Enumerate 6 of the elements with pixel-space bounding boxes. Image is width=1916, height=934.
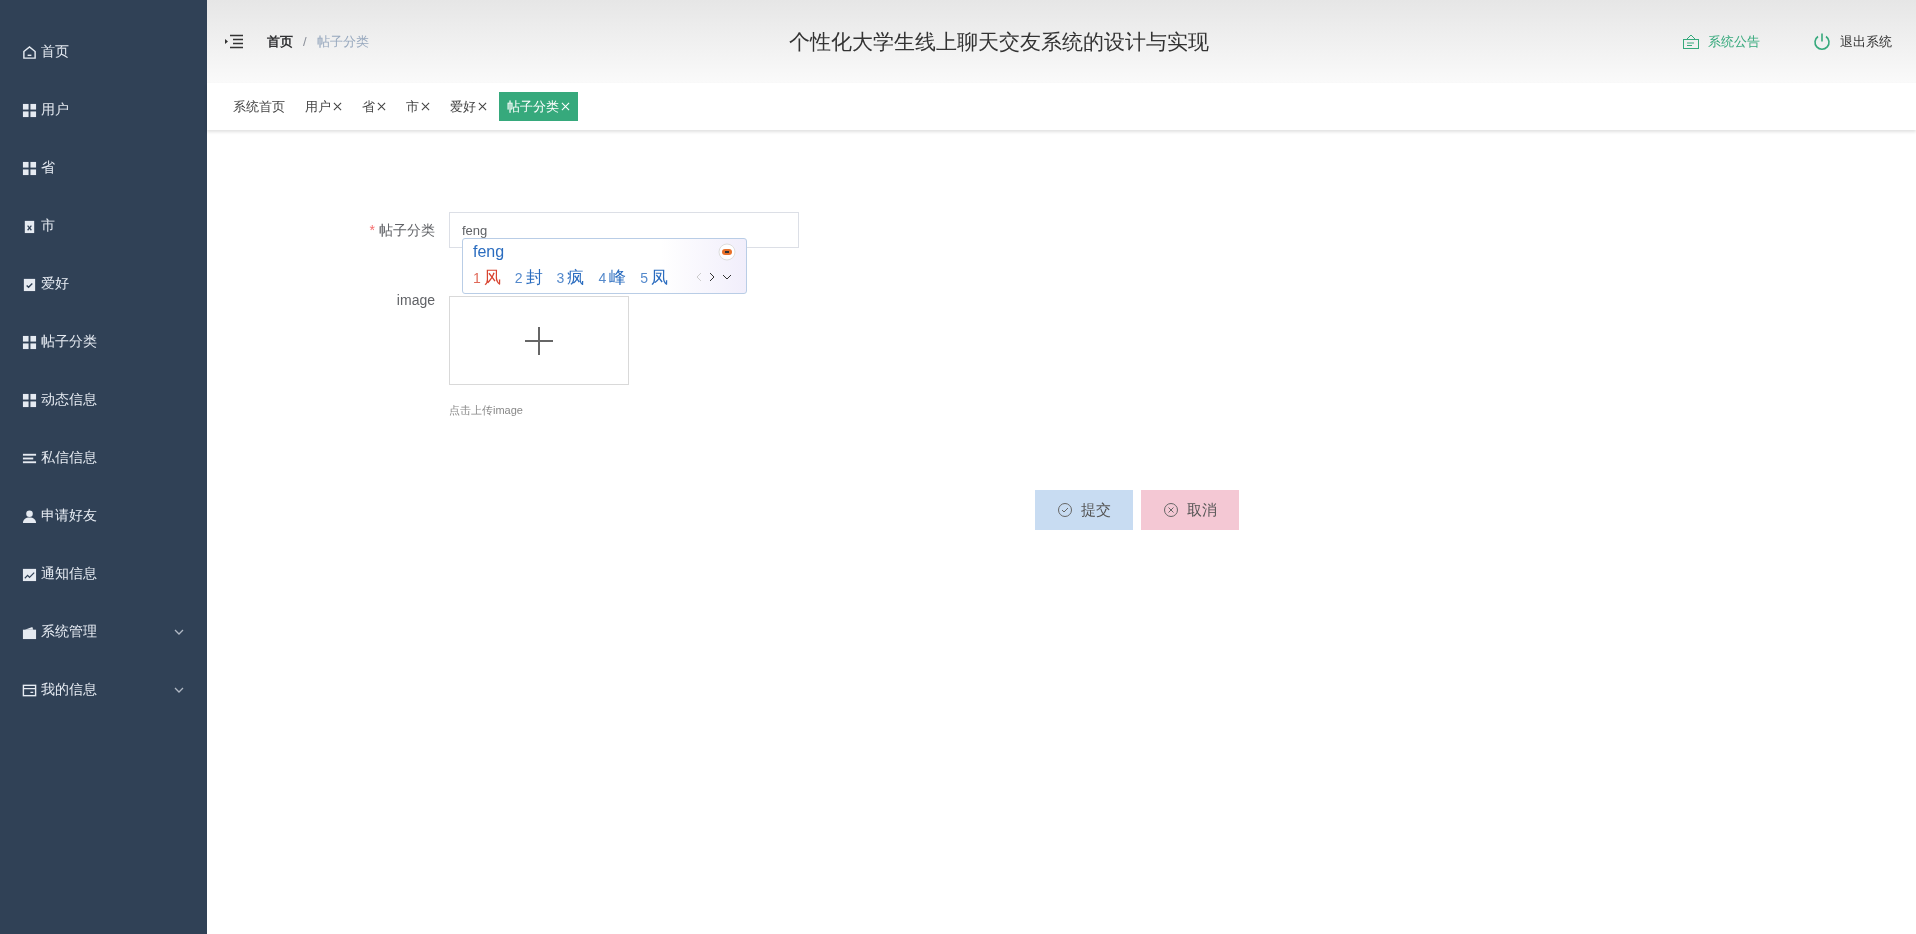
upload-hint: 点击上传image <box>449 403 524 418</box>
page-title: 个性化大学生线上聊天交友系统的设计与实现 <box>788 28 1211 55</box>
breadcrumb-separator: / <box>303 34 307 49</box>
field-label: * 帖子分类 <box>368 221 436 240</box>
field-label: image <box>395 291 436 310</box>
breadcrumb-item: 帖子分类 <box>316 32 369 51</box>
